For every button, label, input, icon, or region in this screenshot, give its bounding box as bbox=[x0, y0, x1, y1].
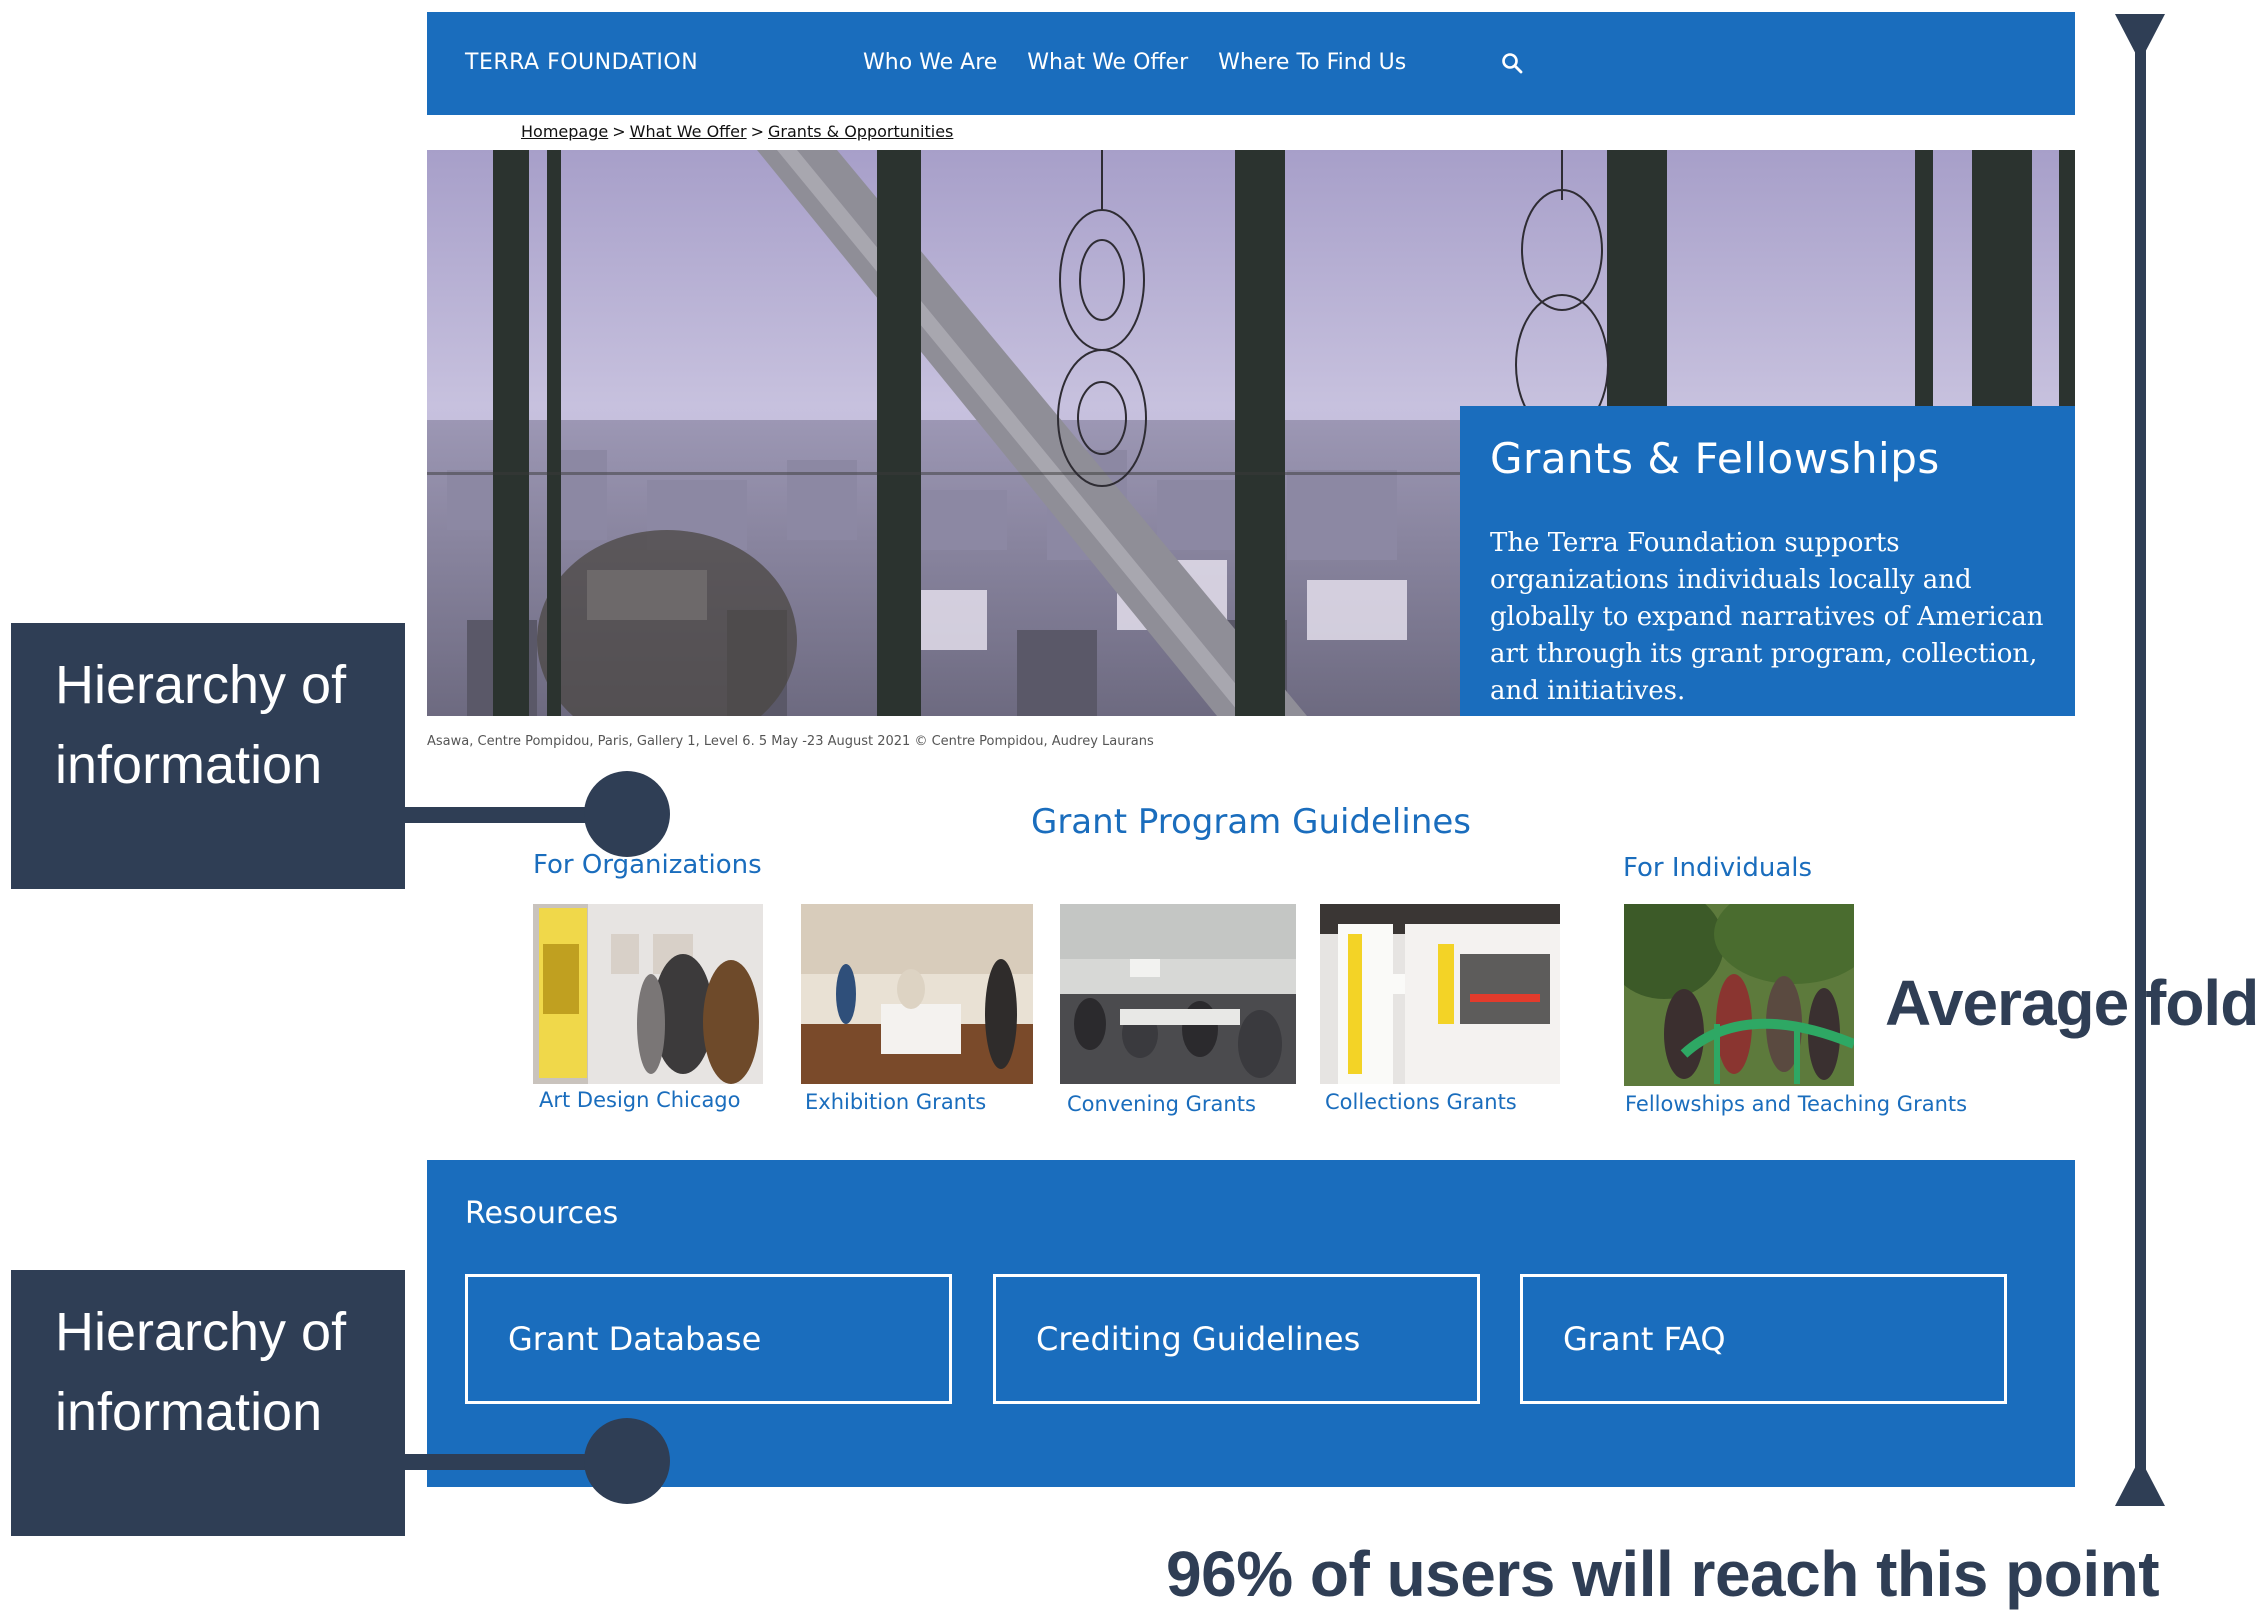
website-screenshot: TERRA FOUNDATION Who We Are What We Offe… bbox=[427, 12, 2075, 1487]
breadcrumb-grants-opportunities[interactable]: Grants & Opportunities bbox=[768, 122, 953, 141]
art-design-chicago-link[interactable]: Art Design Chicago bbox=[539, 1088, 741, 1112]
collections-grants-image[interactable] bbox=[1320, 904, 1560, 1084]
grant-database-button[interactable]: Grant Database bbox=[465, 1274, 952, 1404]
fold-measure-line bbox=[2135, 44, 2146, 1474]
breadcrumb: Homepage > What We Offer > Grants & Opportun… bbox=[521, 122, 953, 141]
nav-link-who-we-are[interactable]: Who We Are bbox=[863, 50, 997, 75]
nav-link-what-we-offer[interactable]: What We Offer bbox=[1027, 50, 1188, 75]
resources-section: Resources Grant Database Crediting Guide… bbox=[427, 1160, 2075, 1487]
average-fold-label: Average fold bbox=[1885, 967, 2259, 1039]
breadcrumb-separator: > bbox=[750, 122, 765, 141]
fellowships-teaching-grants-image[interactable] bbox=[1624, 904, 1854, 1086]
breadcrumb-what-we-offer[interactable]: What We Offer bbox=[630, 122, 747, 141]
grant-guidelines-heading: Grant Program Guidelines bbox=[1030, 802, 1472, 842]
for-individuals-label: For Individuals bbox=[1623, 853, 1813, 883]
fold-arrow-bottom bbox=[2115, 1458, 2165, 1506]
grant-faq-button[interactable]: Grant FAQ bbox=[1520, 1274, 2007, 1404]
resources-heading: Resources bbox=[465, 1196, 619, 1231]
crediting-guidelines-button[interactable]: Crediting Guidelines bbox=[993, 1274, 1480, 1404]
art-design-chicago-image[interactable] bbox=[533, 904, 763, 1084]
exhibition-grants-link[interactable]: Exhibition Grants bbox=[805, 1090, 986, 1114]
hero-banner: Grants & Fellowships The Terra Foundatio… bbox=[427, 150, 2075, 716]
hierarchy-annotation-top: Hierarchy of information bbox=[11, 623, 405, 889]
top-navigation-bar: TERRA FOUNDATION Who We Are What We Offe… bbox=[427, 12, 2075, 115]
convening-grants-image[interactable] bbox=[1060, 904, 1296, 1084]
hierarchy-marker-top bbox=[584, 771, 670, 857]
search-icon[interactable] bbox=[1501, 52, 1523, 74]
nav-links: Who We Are What We Offer Where To Find U… bbox=[863, 50, 1406, 75]
nav-link-where-to-find-us[interactable]: Where To Find Us bbox=[1218, 50, 1406, 75]
for-organizations-label: For Organizations bbox=[533, 850, 762, 880]
fellowships-teaching-grants-link[interactable]: Fellowships and Teaching Grants bbox=[1625, 1092, 1967, 1116]
page-title: Grants & Fellowships bbox=[1490, 434, 1940, 483]
hierarchy-marker-bottom bbox=[584, 1418, 670, 1504]
hero-photo-caption: Asawa, Centre Pompidou, Paris, Gallery 1… bbox=[427, 734, 1154, 749]
breadcrumb-separator: > bbox=[612, 122, 626, 141]
hero-text-panel: Grants & Fellowships The Terra Foundatio… bbox=[1460, 406, 2075, 716]
convening-grants-link[interactable]: Convening Grants bbox=[1067, 1092, 1256, 1116]
site-logo[interactable]: TERRA FOUNDATION bbox=[465, 50, 698, 75]
hero-description: The Terra Foundation supports organizati… bbox=[1490, 528, 2044, 706]
hierarchy-annotation-bottom: Hierarchy of information bbox=[11, 1270, 405, 1536]
breadcrumb-homepage[interactable]: Homepage bbox=[521, 122, 608, 141]
collections-grants-link[interactable]: Collections Grants bbox=[1325, 1090, 1517, 1114]
reach-percentage-label: 96% of users will reach this point bbox=[1166, 1538, 2160, 1610]
exhibition-grants-image[interactable] bbox=[801, 904, 1033, 1084]
